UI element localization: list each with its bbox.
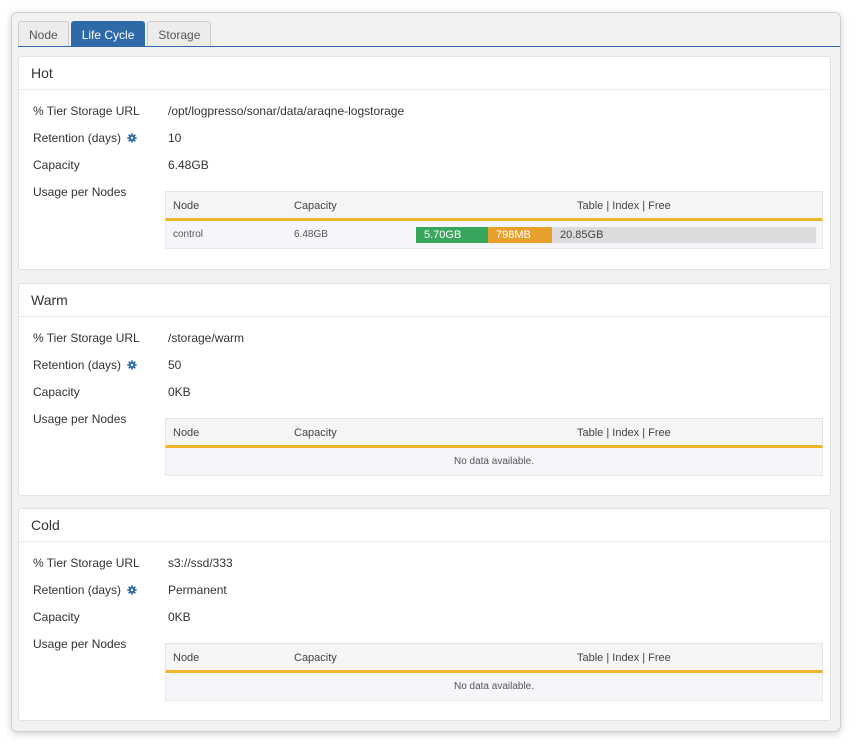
tab-bar: Node Life Cycle Storage <box>18 21 212 47</box>
usage-bar-free-segment: 20.85GB <box>552 227 816 243</box>
retention-label-text: Retention (days) <box>33 358 122 372</box>
tab-underline <box>18 46 840 47</box>
retention-label: Retention (days) <box>33 130 173 146</box>
table-empty-row: No data available. <box>165 448 823 476</box>
tier-panel-hot: Hot % Tier Storage URL /opt/logpresso/so… <box>18 56 831 270</box>
table-empty-row: No data available. <box>165 673 823 701</box>
storage-url-label: % Tier Storage URL <box>33 104 140 118</box>
capacity-label: Capacity <box>33 385 80 399</box>
retention-value: Permanent <box>168 583 227 597</box>
usage-bar-index-segment: 798MB <box>488 227 552 243</box>
col-node[interactable]: Node <box>173 419 199 447</box>
retention-label: Retention (days) <box>33 582 173 598</box>
row-node: control <box>173 229 204 240</box>
col-node[interactable]: Node <box>173 644 199 672</box>
empty-message: No data available. <box>453 681 535 692</box>
storage-url-value: s3://ssd/333 <box>168 556 233 570</box>
lifecycle-window: Node Life Cycle Storage Hot % Tier Stora… <box>11 12 841 732</box>
col-capacity[interactable]: Capacity <box>294 192 337 220</box>
col-usage-bar[interactable]: Table | Index | Free <box>577 644 671 672</box>
retention-label-text: Retention (days) <box>33 583 122 597</box>
capacity-value: 0KB <box>168 610 191 624</box>
usage-label: Usage per Nodes <box>33 637 127 651</box>
table-row[interactable]: control 6.48GB 5.70GB 798MB 20.85GB <box>165 221 823 249</box>
usage-table: Node Capacity Table | Index | Free No da… <box>165 418 823 476</box>
tier-title: Warm <box>19 284 830 317</box>
col-usage-bar[interactable]: Table | Index | Free <box>577 419 671 447</box>
gear-icon[interactable] <box>127 585 137 595</box>
gear-icon[interactable] <box>127 360 137 370</box>
tier-title: Cold <box>19 509 830 542</box>
tier-panel-cold: Cold % Tier Storage URL s3://ssd/333 Ret… <box>18 508 831 721</box>
storage-url-label: % Tier Storage URL <box>33 331 140 345</box>
col-capacity[interactable]: Capacity <box>294 644 337 672</box>
tab-storage[interactable]: Storage <box>147 21 212 47</box>
retention-value: 10 <box>168 131 182 145</box>
col-node[interactable]: Node <box>173 192 199 220</box>
table-header: Node Capacity Table | Index | Free <box>165 191 823 221</box>
capacity-label: Capacity <box>33 610 80 624</box>
usage-label: Usage per Nodes <box>33 185 127 199</box>
gear-icon[interactable] <box>127 133 137 143</box>
usage-table: Node Capacity Table | Index | Free contr… <box>165 191 823 249</box>
tier-panel-warm: Warm % Tier Storage URL /storage/warm Re… <box>18 283 831 496</box>
tab-life-cycle[interactable]: Life Cycle <box>70 21 146 47</box>
usage-bar-table-segment: 5.70GB <box>416 227 488 243</box>
capacity-value: 0KB <box>168 385 191 399</box>
usage-table: Node Capacity Table | Index | Free No da… <box>165 643 823 701</box>
usage-bar: 5.70GB 798MB 20.85GB <box>416 227 816 243</box>
capacity-value: 6.48GB <box>168 158 209 172</box>
storage-url-value: /opt/logpresso/sonar/data/araqne-logstor… <box>168 104 405 118</box>
table-header: Node Capacity Table | Index | Free <box>165 418 823 448</box>
tier-title: Hot <box>19 57 830 90</box>
empty-message: No data available. <box>453 456 535 467</box>
retention-label-text: Retention (days) <box>33 131 122 145</box>
storage-url-label: % Tier Storage URL <box>33 556 140 570</box>
row-capacity: 6.48GB <box>294 229 328 240</box>
retention-label: Retention (days) <box>33 357 173 373</box>
col-capacity[interactable]: Capacity <box>294 419 337 447</box>
table-header: Node Capacity Table | Index | Free <box>165 643 823 673</box>
storage-url-value: /storage/warm <box>168 331 245 345</box>
retention-value: 50 <box>168 358 182 372</box>
col-usage-bar[interactable]: Table | Index | Free <box>577 192 671 220</box>
capacity-label: Capacity <box>33 158 80 172</box>
tab-node[interactable]: Node <box>18 21 69 47</box>
usage-label: Usage per Nodes <box>33 412 127 426</box>
